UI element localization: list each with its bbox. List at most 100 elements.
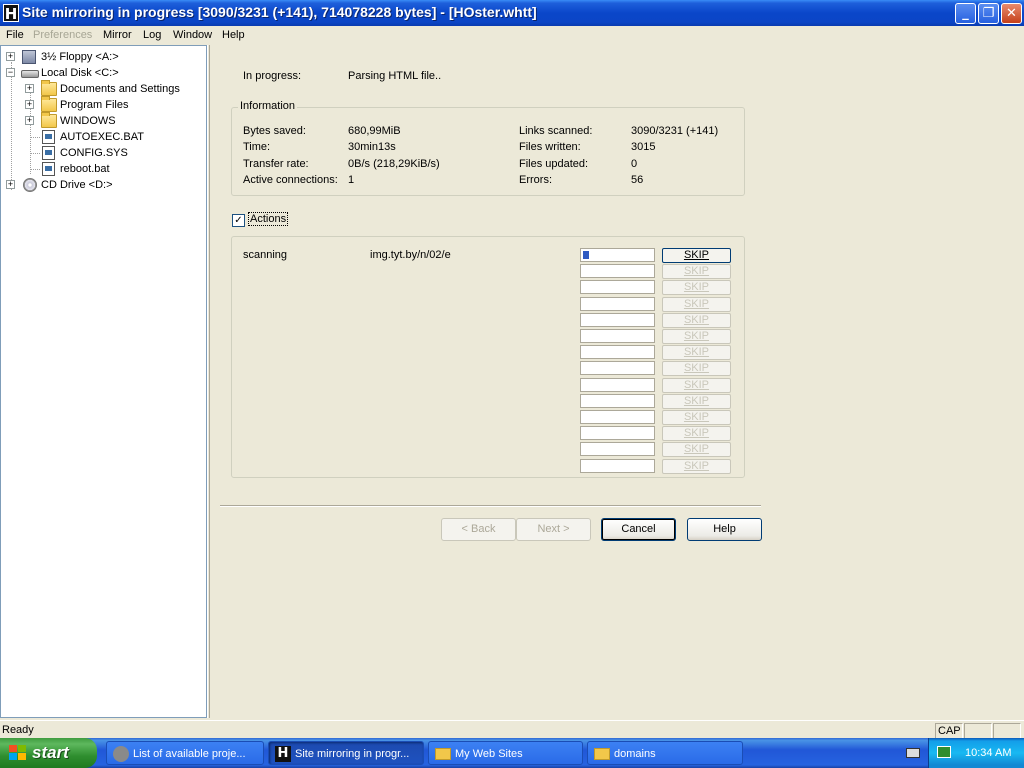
next-button[interactable]: Next >	[516, 518, 591, 541]
actions-checkbox[interactable]: ✓	[232, 214, 245, 227]
clock: 10:34 AM	[965, 747, 1012, 759]
start-label: start	[32, 743, 69, 762]
action-progress-bar	[580, 377, 655, 392]
keyboard-icon[interactable]	[906, 748, 920, 758]
httrack-icon: H	[275, 746, 291, 762]
skip-button[interactable]: SKIP	[662, 426, 731, 442]
tree-item-label: 3½ Floppy <A:>	[41, 51, 119, 63]
files-updated-label: Files updated:	[519, 158, 589, 170]
bytes-saved-value: 680,99MiB	[348, 125, 401, 137]
skip-button[interactable]: SKIP	[662, 264, 731, 280]
network-icon[interactable]	[937, 746, 951, 758]
taskbar-item[interactable]: My Web Sites	[428, 741, 583, 765]
mirror-progress-panel: In progress: Parsing HTML file.. Informa…	[210, 45, 1024, 718]
action-progress-bar	[580, 393, 655, 408]
expand-icon[interactable]: +	[25, 84, 34, 93]
in-progress-label: In progress:	[243, 70, 302, 82]
information-legend: Information	[238, 100, 298, 112]
windows-logo-icon	[9, 745, 27, 761]
errors-label: Errors:	[519, 174, 552, 186]
skip-button[interactable]: SKIP	[662, 312, 731, 328]
menu-file[interactable]: File	[6, 29, 24, 41]
taskbar-item[interactable]: domains	[587, 741, 743, 765]
tree-item-label: WINDOWS	[60, 115, 116, 127]
skip-button[interactable]: SKIP	[662, 458, 731, 474]
tree-line	[11, 62, 12, 190]
minimize-icon: _	[962, 6, 969, 21]
title-bar[interactable]: H Site mirroring in progress [3090/3231 …	[0, 0, 1024, 26]
floppy-drive-icon	[22, 50, 36, 64]
menu-log[interactable]: Log	[143, 29, 161, 41]
links-scanned-value: 3090/3231 (+141)	[631, 125, 719, 137]
expand-icon[interactable]: +	[25, 100, 34, 109]
minimize-button[interactable]: _	[955, 3, 976, 24]
tree-line	[30, 169, 40, 170]
action-progress-bar	[580, 264, 655, 279]
taskbar-item[interactable]: H Site mirroring in progr...	[268, 741, 424, 765]
skip-button[interactable]: SKIP	[662, 248, 731, 263]
skip-button[interactable]: SKIP	[662, 377, 731, 393]
checkmark-icon: ✓	[234, 215, 243, 226]
actions-label-text: Actions	[248, 212, 289, 226]
separator	[220, 505, 761, 507]
start-button[interactable]: start	[0, 738, 97, 768]
skip-button[interactable]: SKIP	[662, 442, 731, 458]
skip-button[interactable]: SKIP	[662, 329, 731, 344]
action-url: img.tyt.by/n/02/e	[370, 249, 451, 261]
system-file-icon	[42, 146, 55, 160]
taskbar-item[interactable]: List of available proje...	[106, 741, 264, 765]
tree-item-label: Local Disk <C:>	[41, 67, 119, 79]
skip-button[interactable]: SKIP	[662, 361, 731, 377]
bytes-saved-label: Bytes saved:	[243, 125, 306, 137]
menu-preferences[interactable]: Preferences	[33, 29, 92, 41]
expand-icon[interactable]: +	[6, 52, 15, 61]
expand-icon[interactable]: +	[6, 180, 15, 189]
help-button[interactable]: Help	[687, 518, 762, 541]
action-progress-bar	[580, 345, 655, 360]
restore-button[interactable]: ❐	[978, 3, 999, 24]
skip-button[interactable]: SKIP	[662, 280, 731, 296]
tree-item-label: reboot.bat	[60, 163, 110, 175]
expand-icon[interactable]: +	[25, 116, 34, 125]
caps-lock-indicator: CAP	[935, 723, 963, 739]
action-progress-bar	[580, 280, 655, 295]
menu-window[interactable]: Window	[173, 29, 212, 41]
skip-button[interactable]: SKIP	[662, 410, 731, 425]
links-scanned-label: Links scanned:	[519, 125, 593, 137]
raccoon-icon	[113, 746, 129, 762]
folder-icon	[435, 748, 451, 760]
action-progress-bar	[580, 458, 655, 473]
close-button[interactable]: ✕	[1001, 3, 1022, 24]
transfer-rate-value: 0B/s (218,29KiB/s)	[348, 158, 440, 170]
tree-item-label: CONFIG.SYS	[60, 147, 128, 159]
active-connections-value: 1	[348, 174, 355, 186]
menu-mirror[interactable]: Mirror	[103, 29, 132, 41]
menu-help[interactable]: Help	[222, 29, 245, 41]
close-icon: ✕	[1006, 6, 1017, 21]
taskbar-item-label: Site mirroring in progr...	[295, 748, 410, 760]
taskbar-item-label: domains	[614, 748, 656, 760]
taskbar-item-label: List of available proje...	[133, 748, 246, 760]
action-progress-bar	[580, 442, 655, 457]
back-button[interactable]: < Back	[441, 518, 516, 541]
collapse-icon[interactable]: −	[6, 68, 15, 77]
num-lock-indicator	[964, 723, 992, 739]
action-status: scanning	[243, 249, 288, 261]
actions-checkbox-label[interactable]: Actions	[248, 212, 289, 226]
folder-icon	[41, 112, 57, 128]
scroll-lock-indicator	[993, 723, 1021, 739]
cancel-button[interactable]: Cancel	[601, 518, 676, 541]
skip-button[interactable]: SKIP	[662, 393, 731, 409]
action-progress-bar	[580, 410, 655, 424]
taskbar: start List of available proje... H Site mi…	[0, 738, 1024, 768]
skip-button[interactable]: SKIP	[662, 345, 731, 361]
errors-value: 56	[631, 174, 644, 186]
folder-tree[interactable]: + 3½ Floppy <A:> − Local Disk <C:> + Doc…	[0, 45, 207, 718]
skip-button[interactable]: SKIP	[662, 296, 731, 312]
action-progress-bar	[580, 426, 655, 441]
tree-line	[30, 137, 40, 138]
menu-bar: File Preferences Mirror Log Window Help	[0, 26, 1024, 45]
files-written-value: 3015	[631, 141, 656, 153]
batch-file-icon	[42, 130, 55, 144]
actions-group: scanning img.tyt.by/n/02/e SKIP SKIP SKIP SKI…	[231, 236, 745, 478]
